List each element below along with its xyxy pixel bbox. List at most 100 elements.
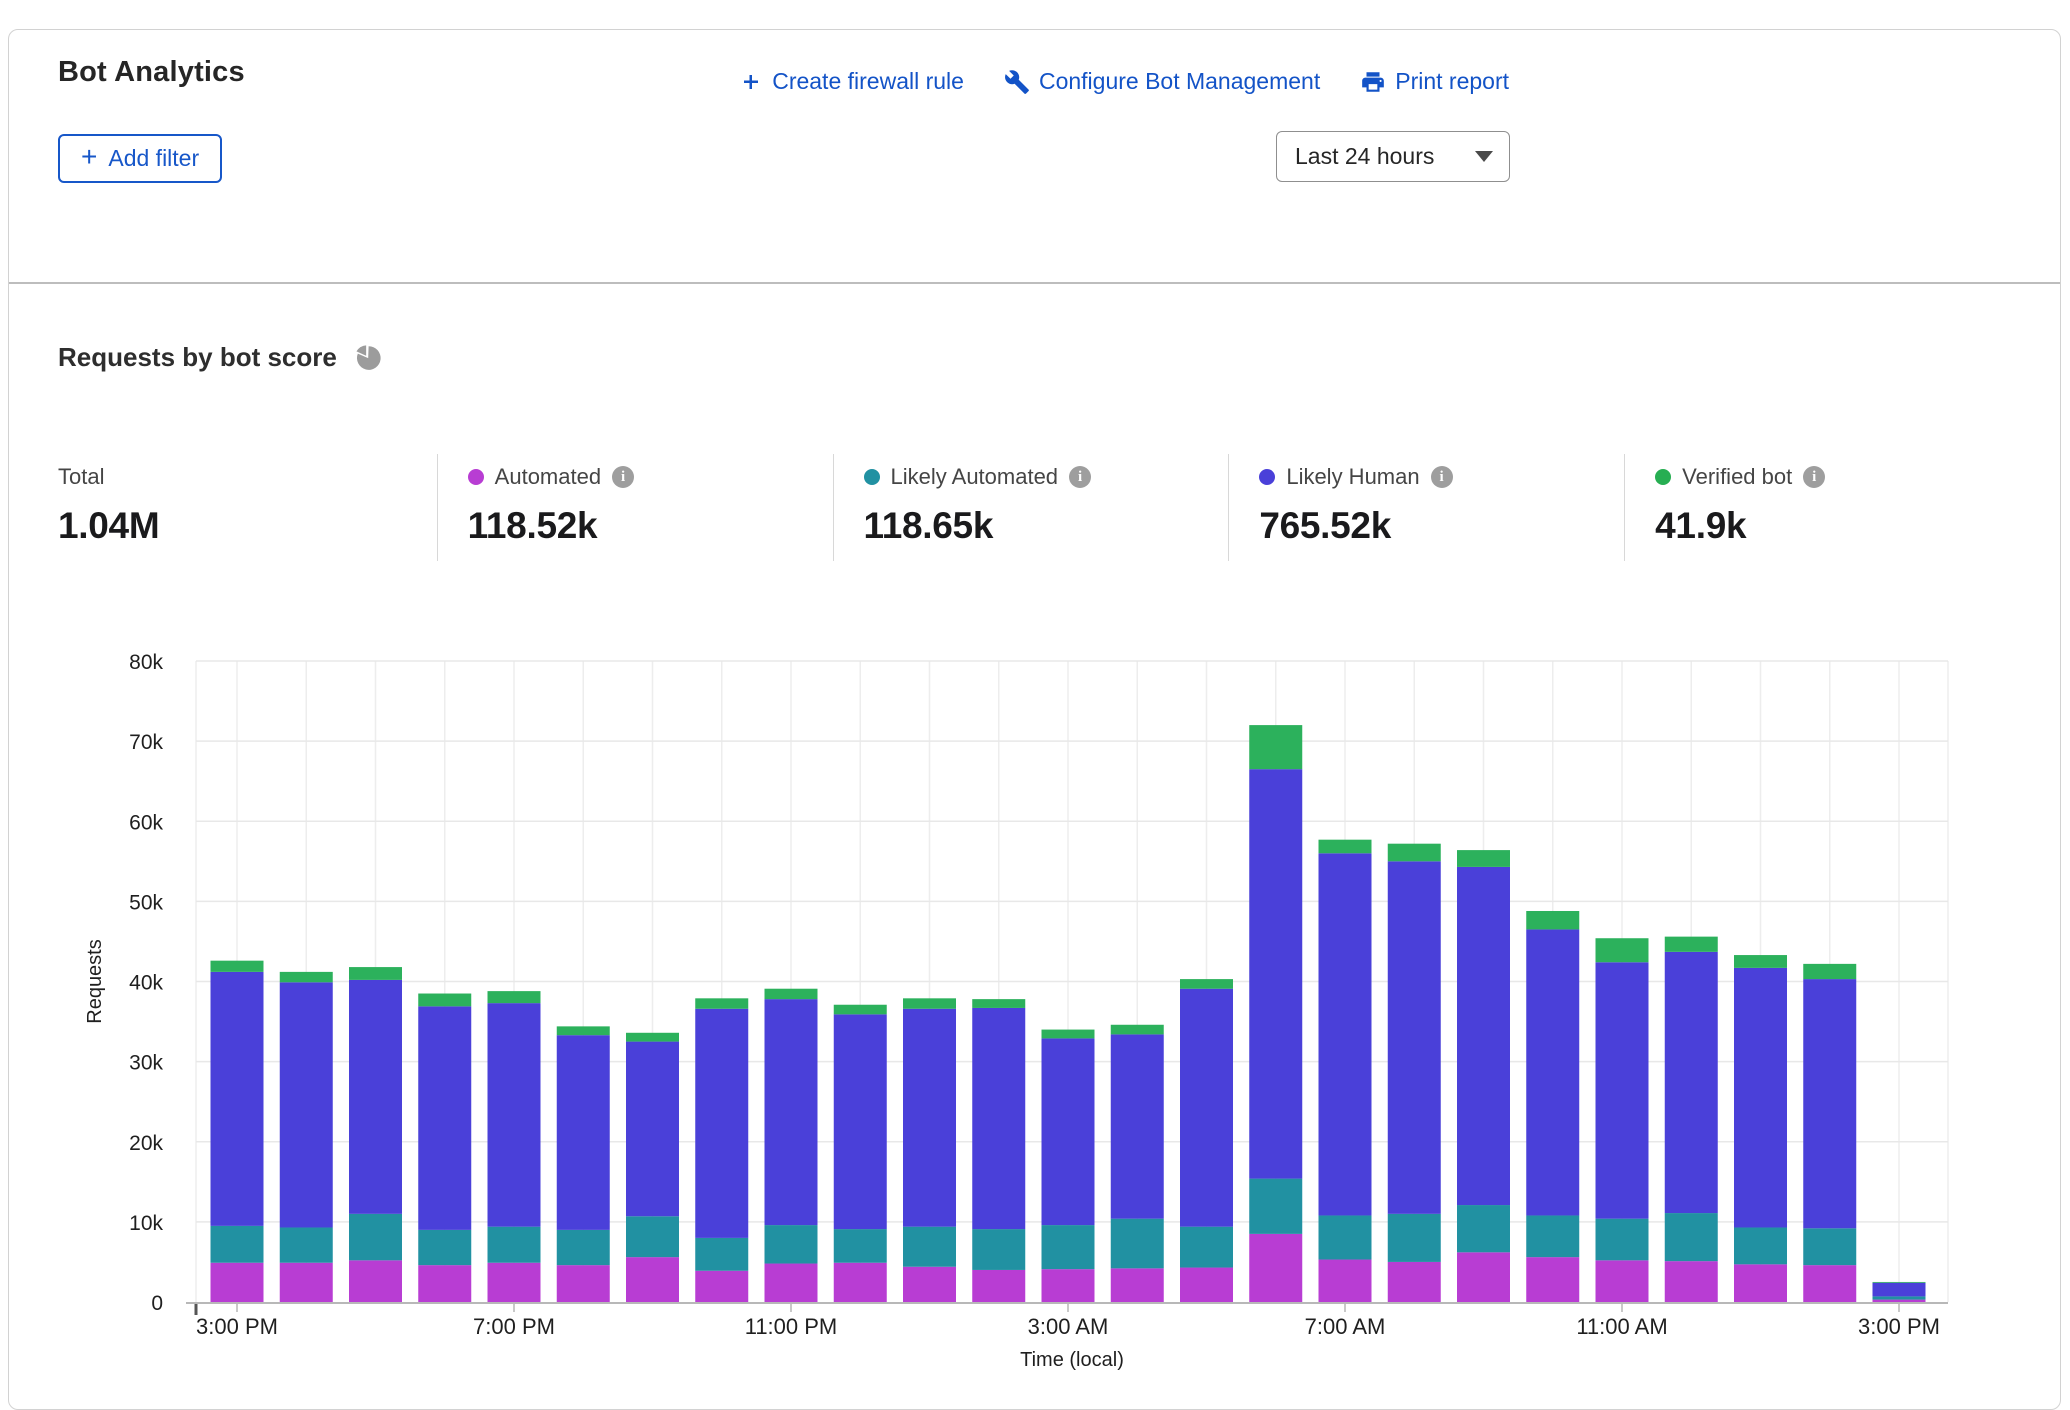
bar-segment-verified-bot[interactable] — [1873, 1282, 1926, 1283]
bar-segment-likely-human[interactable] — [1042, 1038, 1095, 1225]
bar-segment-verified-bot[interactable] — [972, 999, 1025, 1008]
bar-segment-automated[interactable] — [1526, 1257, 1579, 1302]
bar-segment-likely-human[interactable] — [972, 1008, 1025, 1229]
bar-segment-likely-human[interactable] — [488, 1003, 541, 1227]
bar-segment-automated[interactable] — [1180, 1268, 1233, 1302]
bar-segment-verified-bot[interactable] — [626, 1033, 679, 1042]
bar-segment-automated[interactable] — [280, 1263, 333, 1302]
bar-segment-likely-automated[interactable] — [1180, 1227, 1233, 1268]
bar-segment-likely-human[interactable] — [1457, 867, 1510, 1205]
bar-segment-automated[interactable] — [418, 1265, 471, 1302]
bar-segment-likely-automated[interactable] — [1873, 1296, 1926, 1299]
bar-segment-verified-bot[interactable] — [280, 972, 333, 982]
bar-segment-automated[interactable] — [834, 1263, 887, 1302]
bar-segment-likely-automated[interactable] — [834, 1229, 887, 1263]
print-report-link[interactable]: Print report — [1360, 68, 1509, 95]
bar-segment-likely-automated[interactable] — [488, 1227, 541, 1263]
bar-segment-automated[interactable] — [1596, 1260, 1649, 1302]
bar-segment-automated[interactable] — [1873, 1300, 1926, 1302]
bar-segment-likely-human[interactable] — [1803, 979, 1856, 1228]
bar-segment-verified-bot[interactable] — [1596, 938, 1649, 962]
bar-segment-automated[interactable] — [1319, 1260, 1372, 1302]
bar-segment-verified-bot[interactable] — [695, 998, 748, 1008]
bar-segment-verified-bot[interactable] — [1734, 955, 1787, 968]
bar-segment-likely-human[interactable] — [1319, 853, 1372, 1215]
bar-segment-likely-human[interactable] — [211, 972, 264, 1226]
bar-segment-automated[interactable] — [765, 1264, 818, 1302]
info-icon[interactable]: i — [1431, 466, 1453, 488]
bar-segment-automated[interactable] — [1457, 1252, 1510, 1302]
bar-segment-likely-automated[interactable] — [903, 1227, 956, 1267]
bar-segment-likely-human[interactable] — [349, 980, 402, 1214]
bar-segment-automated[interactable] — [903, 1267, 956, 1302]
bar-segment-likely-automated[interactable] — [765, 1225, 818, 1263]
bar-segment-likely-automated[interactable] — [1111, 1219, 1164, 1269]
bar-segment-likely-human[interactable] — [1873, 1283, 1926, 1297]
info-icon[interactable]: i — [1069, 466, 1091, 488]
bar-segment-likely-human[interactable] — [1665, 952, 1718, 1213]
configure-bot-management-link[interactable]: Configure Bot Management — [1004, 68, 1320, 95]
bar-segment-likely-automated[interactable] — [211, 1226, 264, 1263]
time-range-select[interactable]: Last 24 hours — [1276, 131, 1510, 182]
bar-segment-likely-automated[interactable] — [418, 1230, 471, 1265]
bar-segment-automated[interactable] — [211, 1263, 264, 1302]
bar-segment-likely-automated[interactable] — [972, 1229, 1025, 1270]
bar-segment-verified-bot[interactable] — [1111, 1025, 1164, 1035]
info-icon[interactable]: i — [612, 466, 634, 488]
bar-segment-automated[interactable] — [1249, 1234, 1302, 1302]
bar-segment-automated[interactable] — [1734, 1264, 1787, 1302]
bar-segment-verified-bot[interactable] — [488, 991, 541, 1003]
bar-segment-automated[interactable] — [972, 1270, 1025, 1302]
create-firewall-rule-link[interactable]: Create firewall rule — [739, 68, 964, 95]
bar-segment-verified-bot[interactable] — [418, 994, 471, 1007]
bar-segment-likely-human[interactable] — [1596, 962, 1649, 1218]
bar-segment-likely-automated[interactable] — [695, 1238, 748, 1271]
bar-segment-likely-human[interactable] — [1526, 929, 1579, 1215]
bar-segment-automated[interactable] — [488, 1263, 541, 1302]
bar-segment-likely-human[interactable] — [765, 999, 818, 1225]
bar-segment-likely-automated[interactable] — [1457, 1205, 1510, 1252]
bar-segment-likely-human[interactable] — [1734, 968, 1787, 1228]
bar-segment-automated[interactable] — [1803, 1265, 1856, 1302]
bar-segment-likely-automated[interactable] — [626, 1216, 679, 1257]
bar-segment-automated[interactable] — [1111, 1268, 1164, 1302]
bar-segment-likely-human[interactable] — [280, 982, 333, 1227]
bar-segment-automated[interactable] — [349, 1260, 402, 1302]
bar-segment-likely-human[interactable] — [834, 1014, 887, 1229]
bar-segment-likely-automated[interactable] — [1319, 1215, 1372, 1259]
bar-segment-verified-bot[interactable] — [1803, 964, 1856, 979]
bar-segment-likely-automated[interactable] — [1665, 1213, 1718, 1261]
bar-segment-likely-automated[interactable] — [1249, 1179, 1302, 1234]
bar-segment-automated[interactable] — [626, 1257, 679, 1302]
bar-segment-verified-bot[interactable] — [349, 967, 402, 980]
bar-segment-likely-human[interactable] — [695, 1009, 748, 1238]
bar-segment-likely-human[interactable] — [418, 1006, 471, 1230]
bar-segment-likely-automated[interactable] — [349, 1214, 402, 1260]
bar-segment-likely-automated[interactable] — [1734, 1227, 1787, 1264]
bar-segment-likely-automated[interactable] — [1596, 1219, 1649, 1261]
bar-segment-likely-human[interactable] — [1388, 861, 1441, 1214]
bar-segment-likely-automated[interactable] — [280, 1227, 333, 1262]
bar-segment-verified-bot[interactable] — [1388, 844, 1441, 862]
bar-segment-verified-bot[interactable] — [1526, 911, 1579, 929]
bar-segment-likely-human[interactable] — [903, 1009, 956, 1227]
bar-segment-automated[interactable] — [1665, 1261, 1718, 1302]
bar-segment-verified-bot[interactable] — [765, 989, 818, 999]
bar-segment-likely-automated[interactable] — [557, 1230, 610, 1265]
bar-segment-likely-human[interactable] — [557, 1035, 610, 1230]
bar-segment-likely-human[interactable] — [626, 1042, 679, 1217]
bar-segment-automated[interactable] — [1042, 1269, 1095, 1302]
bar-segment-verified-bot[interactable] — [1249, 725, 1302, 769]
bar-segment-verified-bot[interactable] — [903, 998, 956, 1008]
bar-segment-verified-bot[interactable] — [557, 1026, 610, 1035]
bar-segment-likely-human[interactable] — [1249, 769, 1302, 1178]
bar-segment-verified-bot[interactable] — [211, 961, 264, 972]
bar-segment-automated[interactable] — [695, 1271, 748, 1302]
bar-segment-verified-bot[interactable] — [1665, 937, 1718, 952]
bar-segment-likely-automated[interactable] — [1803, 1228, 1856, 1265]
bar-segment-likely-human[interactable] — [1111, 1034, 1164, 1218]
bar-segment-likely-automated[interactable] — [1042, 1225, 1095, 1269]
bar-segment-automated[interactable] — [1388, 1262, 1441, 1302]
bar-segment-automated[interactable] — [557, 1265, 610, 1302]
bar-segment-verified-bot[interactable] — [1042, 1030, 1095, 1039]
